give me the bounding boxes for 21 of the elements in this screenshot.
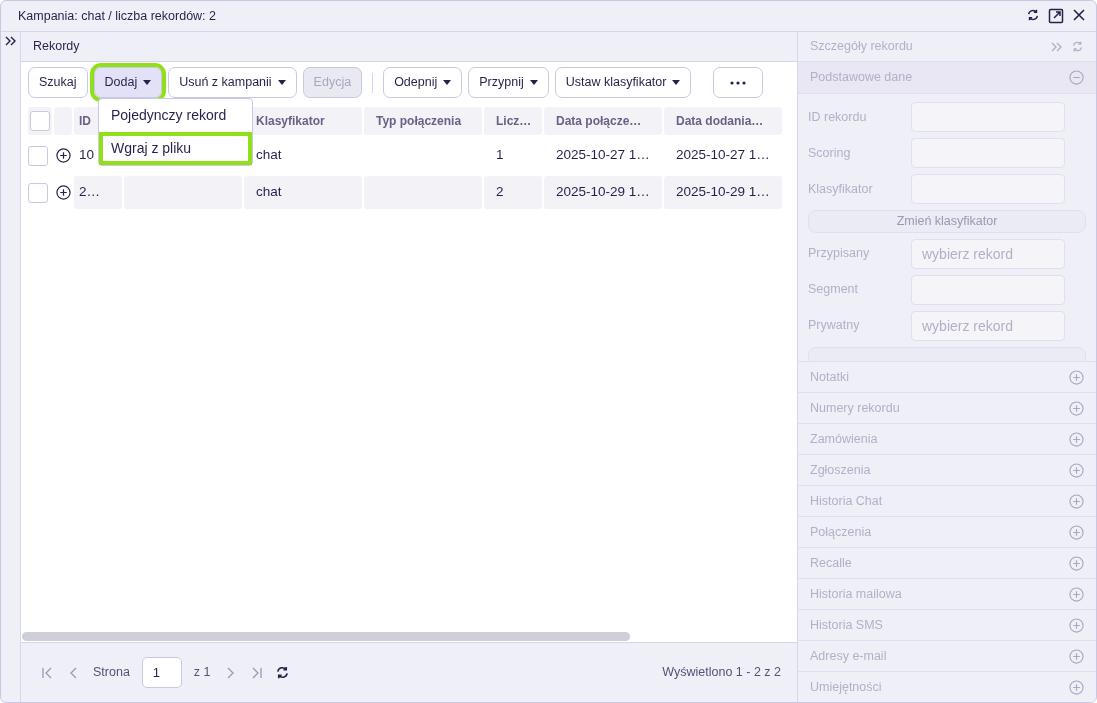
table-cell-text: chat — [255, 146, 283, 165]
table-cell: 2 — [484, 176, 542, 209]
table-cell: chat — [244, 176, 362, 209]
field-label: Segment — [808, 281, 860, 299]
field-label: Scoring — [808, 144, 852, 162]
page-label: Strona — [93, 664, 130, 682]
table-cell-text: 2025-10-27 1… — [675, 146, 771, 165]
field-label: Prywatny — [808, 317, 861, 335]
table-cell: 2025-10-29 1… — [664, 176, 782, 209]
window-title: Kampania: chat / liczba rekordów: 2 — [18, 7, 217, 25]
field-label: Przypisany — [808, 245, 871, 263]
details-title: Szczegóły rekordu — [810, 38, 913, 56]
table-cell: 2… — [74, 176, 122, 209]
field-label: ID rekordu — [808, 108, 868, 126]
table-cell-text: 1 — [495, 146, 505, 165]
table-cell-text: 2025-10-27 1… — [555, 146, 651, 165]
table-cell: 2025-10-29 1… — [544, 176, 662, 209]
field-label: Klasyfikator — [808, 180, 874, 198]
panel-title: Rekordy — [33, 38, 80, 56]
records-summary: Wyświetlono 1 - 2 z 2 — [662, 664, 781, 682]
page-count: z 1 — [193, 664, 211, 682]
